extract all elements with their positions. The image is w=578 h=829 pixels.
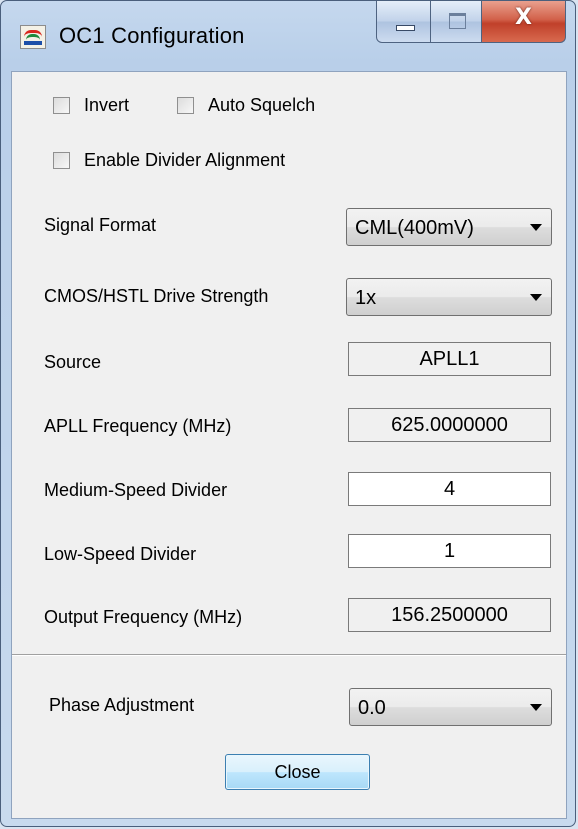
- close-icon: X: [515, 5, 532, 30]
- dropdown-arrow-icon: [530, 224, 542, 231]
- dialog-window: OC1 Configuration X Invert Auto Squelch …: [0, 0, 576, 827]
- minimize-button[interactable]: [376, 1, 431, 43]
- medium-speed-divider-label: Medium-Speed Divider: [44, 480, 228, 500]
- signal-format-label: Signal Format: [44, 215, 157, 235]
- signal-format-select[interactable]: CML(400mV): [346, 208, 552, 246]
- app-logo-icon: [20, 25, 46, 49]
- enable-divider-alignment-checkbox[interactable]: [53, 152, 70, 169]
- minimize-icon: [396, 25, 415, 31]
- enable-divider-alignment-label: Enable Divider Alignment: [84, 150, 286, 170]
- phase-adjustment-label: Phase Adjustment: [49, 695, 195, 715]
- invert-checkbox[interactable]: [53, 97, 70, 114]
- drive-strength-label: CMOS/HSTL Drive Strength: [44, 286, 269, 306]
- low-speed-divider-input[interactable]: 1: [348, 534, 551, 568]
- signal-format-value: CML(400mV): [355, 217, 474, 239]
- window-close-button[interactable]: X: [481, 1, 566, 43]
- dropdown-arrow-icon: [530, 704, 542, 711]
- invert-label: Invert: [84, 95, 130, 115]
- medium-speed-divider-input[interactable]: 4: [348, 472, 551, 506]
- apll-frequency-label: APLL Frequency (MHz): [44, 416, 232, 436]
- section-divider: [12, 654, 566, 656]
- drive-strength-select[interactable]: 1x: [346, 278, 552, 316]
- source-label: Source: [44, 352, 102, 372]
- output-frequency-field: 156.2500000: [348, 598, 551, 632]
- title-bar[interactable]: OC1 Configuration X: [1, 1, 575, 71]
- close-button[interactable]: Close: [225, 754, 370, 790]
- drive-strength-value: 1x: [355, 287, 377, 309]
- auto-squelch-label: Auto Squelch: [208, 95, 316, 115]
- output-frequency-label: Output Frequency (MHz): [44, 607, 243, 627]
- auto-squelch-checkbox[interactable]: [177, 97, 194, 114]
- maximize-icon: [449, 13, 466, 29]
- dialog-body: Invert Auto Squelch Enable Divider Align…: [11, 71, 567, 819]
- source-field: APLL1: [348, 342, 551, 376]
- caption-buttons: X: [376, 1, 566, 45]
- low-speed-divider-label: Low-Speed Divider: [44, 544, 197, 564]
- phase-adjustment-value: 0.0: [358, 697, 386, 719]
- maximize-button[interactable]: [430, 1, 482, 43]
- phase-adjustment-select[interactable]: 0.0: [349, 688, 552, 726]
- window-title: OC1 Configuration: [59, 23, 245, 48]
- apll-frequency-field: 625.0000000: [348, 408, 551, 442]
- dropdown-arrow-icon: [530, 294, 542, 301]
